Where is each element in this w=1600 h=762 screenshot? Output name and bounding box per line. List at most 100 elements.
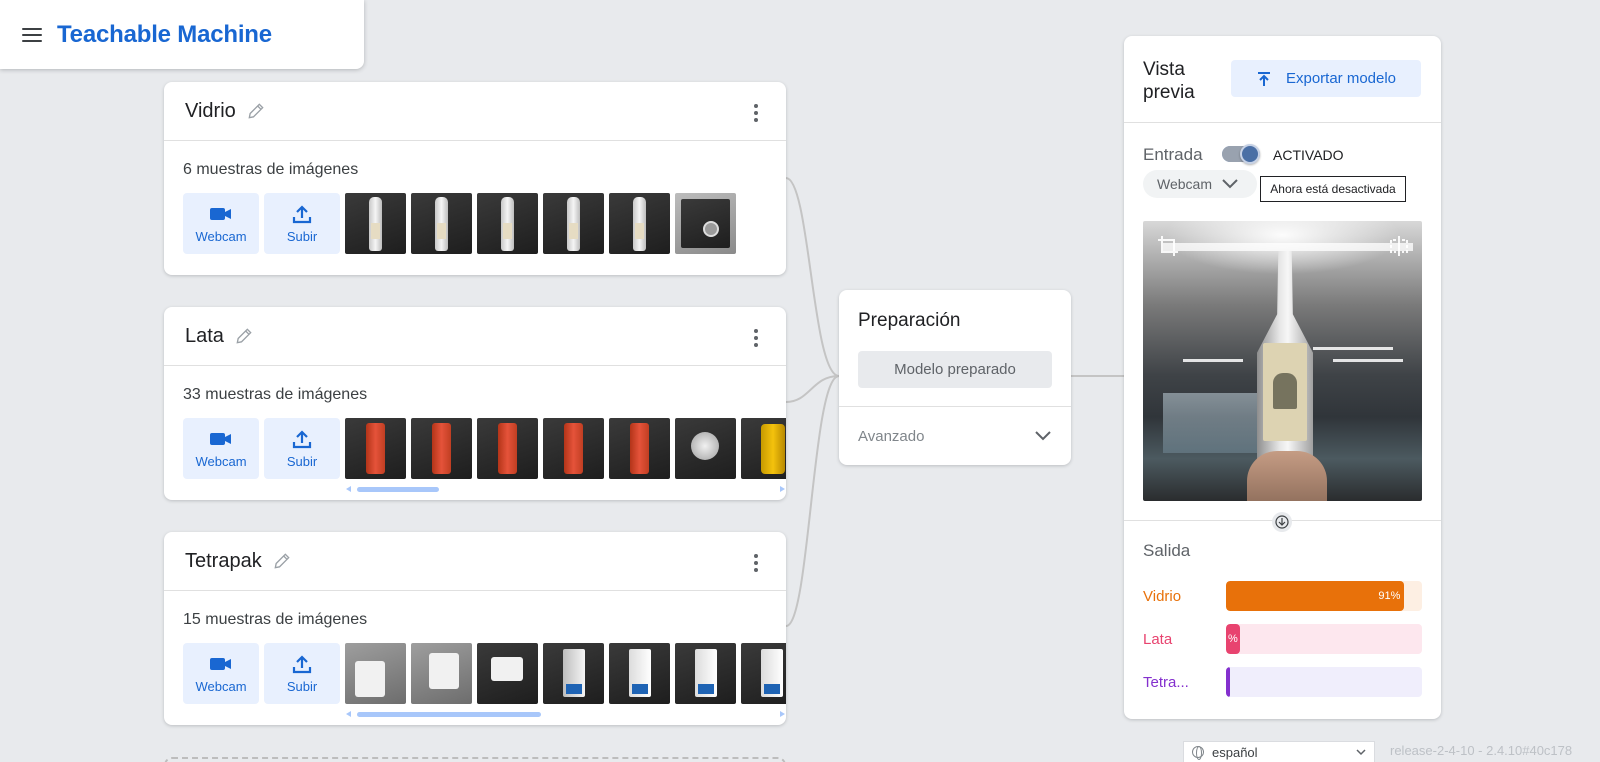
upload-label: Subir [286, 454, 318, 469]
confidence-bar: 91% [1226, 581, 1422, 611]
upload-button[interactable]: Subir [264, 418, 340, 479]
confidence-fill: 91% [1226, 581, 1405, 611]
sample-scrollbar[interactable] [346, 486, 786, 493]
sample-row: Webcam Subir [183, 643, 786, 705]
input-toggle[interactable] [1222, 144, 1260, 164]
scroll-left-icon[interactable] [346, 711, 351, 717]
upload-icon [292, 430, 312, 449]
webcam-button[interactable]: Webcam [183, 193, 259, 254]
scroll-thumb[interactable] [357, 487, 439, 492]
sample-thumbnail[interactable] [741, 418, 786, 479]
pencil-icon[interactable] [272, 551, 292, 571]
upload-icon [292, 205, 312, 224]
sample-thumbnail[interactable] [543, 193, 604, 254]
scroll-thumb[interactable] [357, 712, 541, 717]
class-card-tetrapak: Tetrapak 15 muestras de imágenes Webcam … [164, 532, 786, 725]
upload-label: Subir [286, 679, 318, 694]
confidence-value: % [1227, 633, 1238, 645]
input-label: Entrada [1143, 145, 1203, 164]
sample-row: Webcam Subir [183, 418, 786, 480]
confidence-value: 91% [1378, 590, 1401, 602]
confidence-fill: % [1226, 624, 1240, 654]
sample-thumbnail[interactable] [477, 193, 538, 254]
training-title: Preparación [858, 310, 961, 331]
sample-thumbnail[interactable] [543, 643, 604, 704]
language-select[interactable]: español [1183, 741, 1375, 762]
sample-thumbnail[interactable] [477, 418, 538, 479]
input-source-select[interactable]: Webcam [1143, 170, 1257, 198]
advanced-toggle[interactable]: Avanzado [839, 407, 1071, 465]
pencil-icon[interactable] [234, 326, 254, 346]
confidence-bar [1226, 667, 1422, 697]
sample-thumbnail[interactable] [345, 643, 406, 704]
sample-thumbnail[interactable] [609, 643, 670, 704]
webcam-button[interactable]: Webcam [183, 643, 259, 704]
upload-button[interactable]: Subir [264, 643, 340, 704]
scroll-left-icon[interactable] [346, 486, 351, 492]
train-model-button[interactable]: Modelo preparado [858, 351, 1052, 388]
sample-thumbnail[interactable] [675, 643, 736, 704]
sample-scrollbar[interactable] [346, 711, 786, 718]
crop-icon[interactable] [1157, 235, 1179, 257]
advanced-label: Avanzado [858, 427, 925, 445]
sample-thumbnail[interactable] [411, 193, 472, 254]
output-class-name: Vidrio [1143, 587, 1182, 605]
webcam-icon [210, 658, 231, 670]
add-class-button[interactable] [164, 757, 786, 762]
output-label: Salida [1143, 541, 1191, 560]
sample-thumbnail[interactable] [543, 418, 604, 479]
class-card-lata: Lata 33 muestras de imágenes Webcam Subi… [164, 307, 786, 500]
sample-count: 6 muestras de imágenes [183, 161, 359, 178]
more-vert-icon[interactable] [754, 104, 758, 122]
export-icon [1257, 71, 1270, 86]
sample-thumbnail[interactable] [345, 193, 406, 254]
preview-title: Vista previa [1143, 59, 1195, 103]
sample-thumbnail[interactable] [675, 193, 736, 254]
class-card-header: Vidrio [164, 82, 786, 141]
app-title[interactable]: Teachable Machine [57, 21, 272, 49]
globe-icon [1192, 746, 1204, 760]
scroll-right-icon[interactable] [780, 711, 785, 717]
toggle-tooltip: Ahora está desactivada [1260, 176, 1406, 202]
scroll-right-icon[interactable] [780, 486, 785, 492]
chevron-down-icon [1035, 431, 1051, 441]
more-vert-icon[interactable] [754, 554, 758, 572]
sample-thumbnail[interactable] [477, 643, 538, 704]
version-label: release-2-4-10 - 2.4.10#40c178 [1390, 743, 1573, 758]
more-vert-icon[interactable] [754, 329, 758, 347]
output-class-name: Lata [1143, 630, 1173, 648]
arrow-down-icon [1272, 512, 1292, 532]
upload-icon [292, 655, 312, 674]
menu-icon[interactable] [22, 27, 42, 42]
sample-thumbnail[interactable] [411, 418, 472, 479]
sample-thumbnail[interactable] [675, 418, 736, 479]
divider [1124, 122, 1441, 123]
sample-thumbnail[interactable] [609, 193, 670, 254]
confidence-fill [1226, 667, 1230, 697]
output-class-name: Tetra... [1143, 673, 1189, 691]
sample-thumbnail[interactable] [345, 418, 406, 479]
training-card: Preparación Modelo preparado Avanzado [839, 290, 1071, 465]
webcam-icon [210, 208, 231, 220]
class-name[interactable]: Vidrio [185, 100, 236, 123]
export-model-button[interactable]: Exportar modelo [1231, 60, 1421, 97]
class-card-header: Lata [164, 307, 786, 366]
upload-button[interactable]: Subir [264, 193, 340, 254]
input-source-value: Webcam [1157, 176, 1212, 192]
export-label: Exportar modelo [1285, 70, 1397, 87]
sample-thumbnail[interactable] [741, 643, 786, 704]
language-value: español [1212, 744, 1258, 760]
pencil-icon[interactable] [246, 101, 266, 121]
webcam-button[interactable]: Webcam [183, 418, 259, 479]
sample-count: 15 muestras de imágenes [183, 611, 368, 628]
class-name[interactable]: Lata [185, 325, 224, 348]
preview-panel: Vista previa Exportar modelo Entrada ACT… [1124, 36, 1441, 719]
sample-thumbnail[interactable] [411, 643, 472, 704]
upload-label: Subir [286, 229, 318, 244]
flip-icon[interactable] [1388, 235, 1410, 257]
sample-thumbnail[interactable] [609, 418, 670, 479]
app-header: Teachable Machine [0, 0, 364, 69]
class-name[interactable]: Tetrapak [185, 550, 262, 573]
toggle-knob [1240, 144, 1260, 164]
webcam-preview[interactable] [1143, 221, 1422, 501]
